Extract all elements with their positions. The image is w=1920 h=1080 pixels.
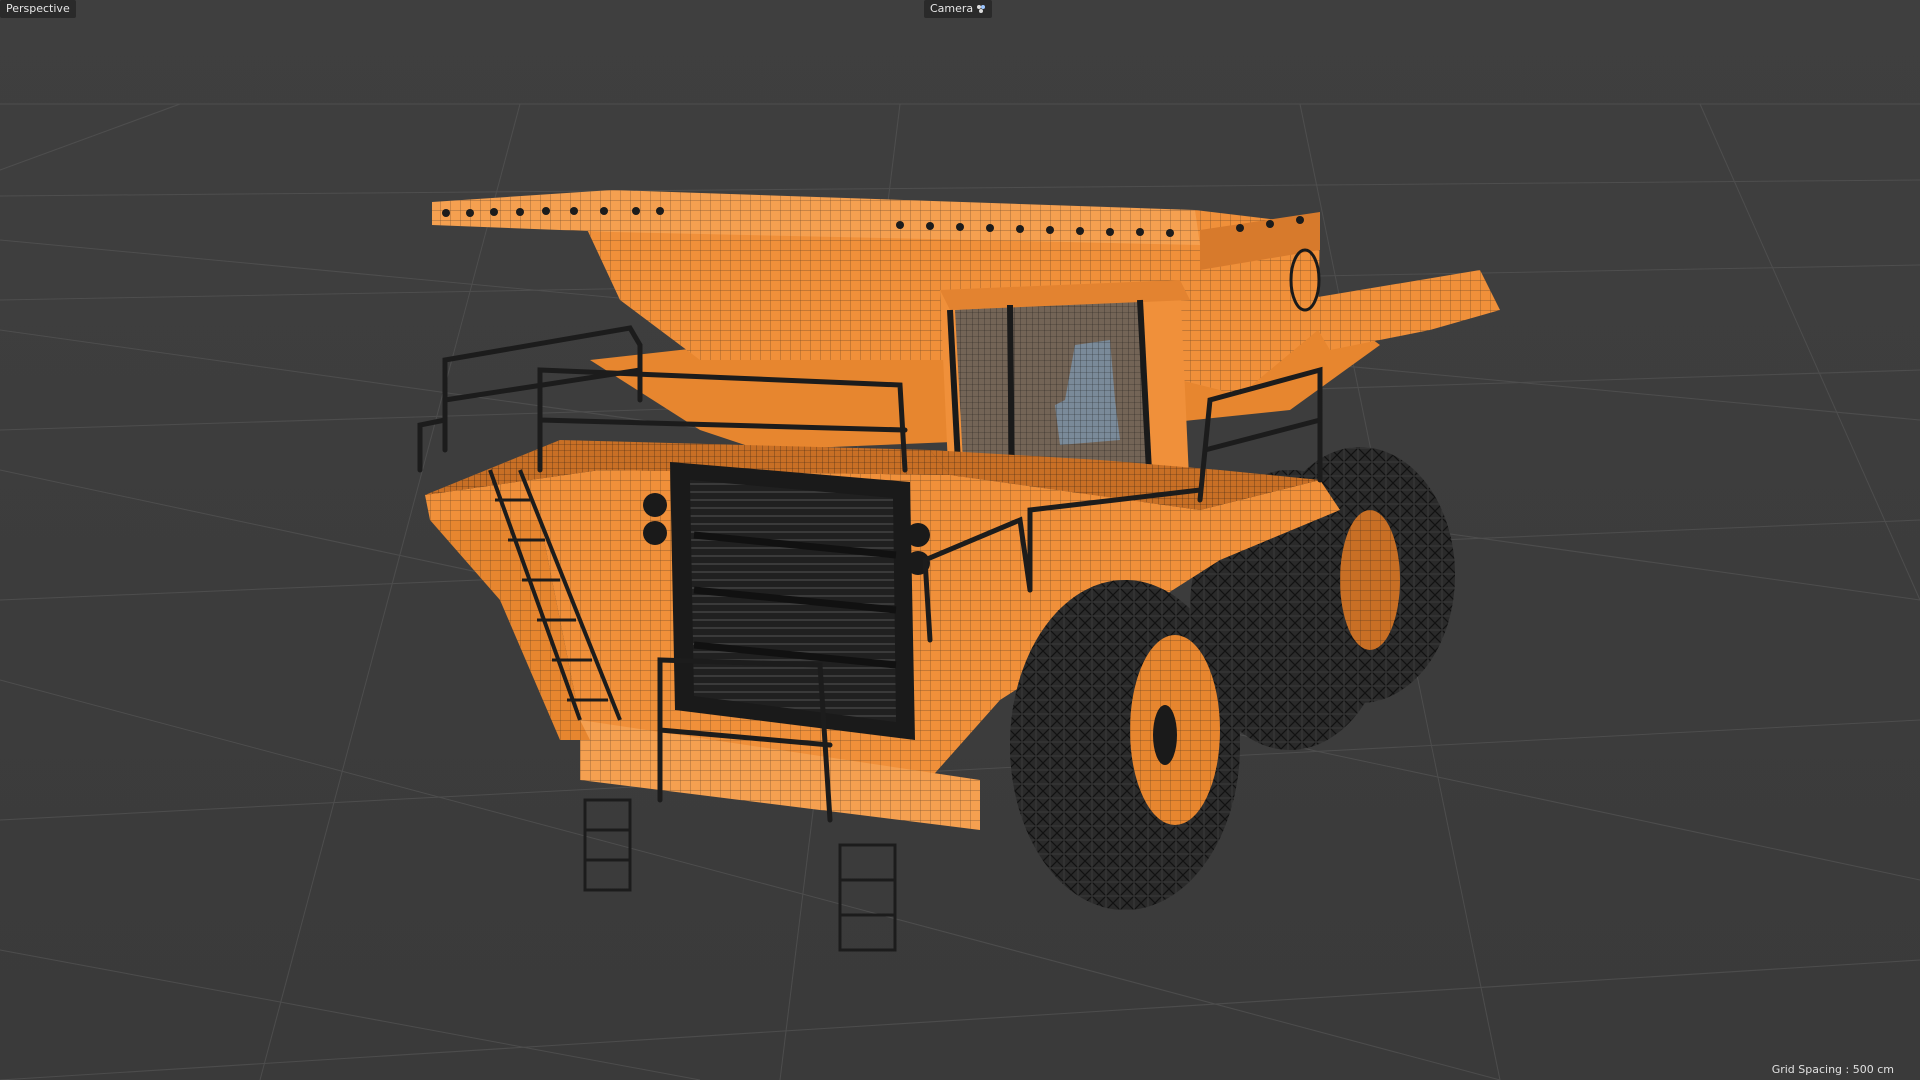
radiator-grille — [643, 462, 930, 740]
camera-menu[interactable]: Camera — [924, 0, 993, 18]
viewport-scene[interactable] — [0, 0, 1920, 1080]
grid-spacing-label: Grid Spacing : — [1771, 1063, 1853, 1076]
grid-spacing-readout: Grid Spacing : 500 cm — [1772, 1063, 1894, 1076]
grid-spacing-value: 500 cm — [1852, 1063, 1894, 1076]
front-tire — [1010, 580, 1240, 910]
step-ladders — [583, 798, 897, 952]
3d-viewport[interactable]: Perspective Camera Grid Spacing : 500 cm — [0, 0, 1920, 1080]
camera-label: Camera — [930, 2, 974, 15]
view-mode-label[interactable]: Perspective — [0, 0, 76, 18]
camera-cycle-icon[interactable] — [976, 4, 986, 14]
